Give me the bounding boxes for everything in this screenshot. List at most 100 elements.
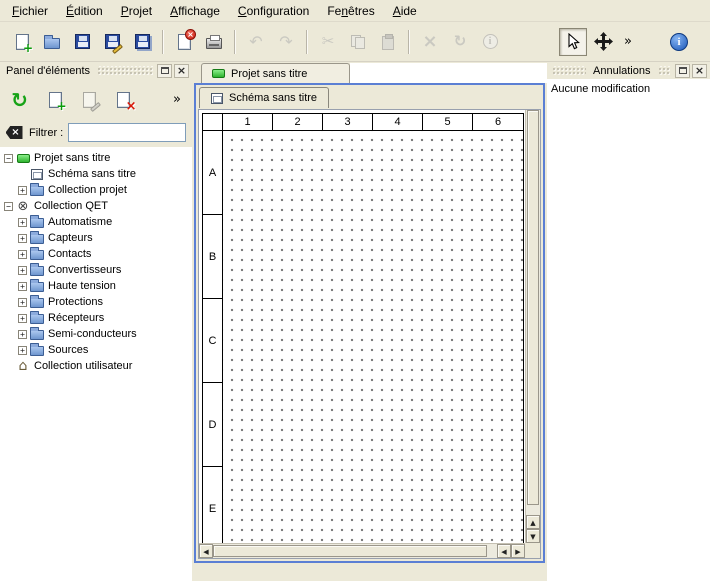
tree-item-haute-tension[interactable]: +Haute tension: [0, 278, 192, 294]
close-file-button[interactable]: [170, 28, 198, 56]
panel-overflow-button[interactable]: [169, 89, 185, 111]
expander-icon[interactable]: +: [18, 234, 27, 243]
vscroll-thumb[interactable]: [527, 110, 539, 505]
about-button[interactable]: [665, 28, 693, 56]
tree-item-protections[interactable]: + Protections: [0, 294, 192, 310]
new-element-button[interactable]: [41, 85, 70, 114]
info-button[interactable]: [476, 28, 504, 56]
redo-button[interactable]: [272, 28, 300, 56]
elements-panel-titlebar[interactable]: Panel d'éléments: [0, 62, 192, 79]
project-tabbar-empty: [350, 63, 547, 83]
hscroll-thumb[interactable]: [213, 545, 487, 557]
menu-edition[interactable]: Édition: [57, 0, 112, 21]
open-button[interactable]: [38, 28, 66, 56]
tab-diagram[interactable]: Schéma sans titre: [199, 87, 329, 108]
tree-item-contacts[interactable]: +Contacts: [0, 246, 192, 262]
elements-panel: Panel d'éléments Filtrer : −Projet sans …: [0, 62, 192, 581]
horizontal-scrollbar[interactable]: [199, 543, 525, 558]
move-button[interactable]: [589, 28, 617, 56]
menu-projet[interactable]: Projet: [112, 0, 161, 21]
copy-button[interactable]: [344, 28, 372, 56]
qet-icon: [16, 200, 30, 213]
tree-item-collection-projet[interactable]: +Collection projet: [0, 182, 192, 198]
tree-item-collection-qet[interactable]: −Collection QET: [0, 198, 192, 214]
grid-dots: [223, 131, 523, 543]
undo-panel-float-button[interactable]: [675, 64, 690, 78]
undo-list-item[interactable]: Aucune modification: [547, 81, 710, 97]
tree-item-project-untitled[interactable]: −Projet sans titre: [0, 150, 192, 166]
tree-item-collection-utilisateur[interactable]: Collection utilisateur: [0, 358, 192, 374]
menu-configuration[interactable]: Configuration: [229, 0, 318, 21]
tree-item-sources[interactable]: +Sources: [0, 342, 192, 358]
scroll-down-button[interactable]: [526, 529, 540, 543]
close-icon: [695, 65, 704, 77]
tree-item-label: Capteurs: [48, 232, 93, 244]
expander-icon[interactable]: +: [18, 298, 27, 307]
menu-fenetres[interactable]: Fenêtres: [318, 0, 383, 21]
tree-item-convertisseurs[interactable]: +Convertisseurs: [0, 262, 192, 278]
tree-item-recepteurs[interactable]: +Récepteurs: [0, 310, 192, 326]
expander-icon[interactable]: −: [4, 154, 13, 163]
expander-icon[interactable]: +: [18, 346, 27, 355]
scroll-left-end-button[interactable]: [199, 544, 213, 558]
filter-input[interactable]: [68, 123, 186, 142]
open-icon: [41, 31, 63, 53]
tab-project[interactable]: Projet sans titre: [201, 63, 350, 83]
expander-icon[interactable]: +: [18, 330, 27, 339]
folder-icon: [30, 344, 44, 356]
toolbar-separator: [306, 30, 308, 54]
project-icon: [16, 154, 30, 163]
cut-button[interactable]: [314, 28, 342, 56]
delete-element-button[interactable]: [109, 85, 138, 114]
folder-icon: [30, 328, 44, 340]
menubar: FichierÉditionProjetAffichageConfigurati…: [0, 0, 710, 22]
select-icon: [562, 31, 584, 53]
ruler-column-label: 4: [373, 114, 423, 131]
delete-button[interactable]: [416, 28, 444, 56]
expander-icon[interactable]: +: [18, 314, 27, 323]
save-as-icon: [101, 31, 123, 53]
tree-item-schema-untitled[interactable]: Schéma sans titre: [0, 166, 192, 182]
print-button[interactable]: [200, 28, 228, 56]
undo-panel-close-button[interactable]: [692, 64, 707, 78]
save-as-button[interactable]: [98, 28, 126, 56]
scroll-up-button[interactable]: [526, 515, 540, 529]
hscroll-track[interactable]: [487, 544, 497, 558]
tree-item-semi-conducteurs[interactable]: +Semi-conducteurs: [0, 326, 192, 342]
new-file-button[interactable]: [8, 28, 36, 56]
expander-icon[interactable]: −: [4, 202, 13, 211]
menu-affichage[interactable]: Affichage: [161, 0, 229, 21]
tree-item-capteurs[interactable]: + Capteurs: [0, 230, 192, 246]
undo-panel-titlebar[interactable]: Annulations: [547, 62, 710, 79]
paste-button[interactable]: [374, 28, 402, 56]
expander-icon[interactable]: +: [18, 250, 27, 259]
ruler-column-label: 5: [423, 114, 473, 131]
edit-element-button[interactable]: [75, 85, 104, 114]
expander-icon[interactable]: +: [18, 218, 27, 227]
elements-panel-float-button[interactable]: [157, 64, 172, 78]
reload-button[interactable]: [3, 83, 36, 116]
project-tabbar: Projet sans titre: [192, 62, 547, 83]
save-all-button[interactable]: [128, 28, 156, 56]
elements-panel-close-button[interactable]: [174, 64, 189, 78]
clear-filter-button[interactable]: [4, 124, 24, 142]
tree-item-label: Protections: [48, 296, 103, 308]
undo-button[interactable]: [242, 28, 270, 56]
vertical-scrollbar[interactable]: [525, 110, 540, 543]
vscroll-track[interactable]: [526, 505, 540, 515]
toolbar-overflow-button[interactable]: [619, 28, 637, 56]
tree-item-automatisme[interactable]: +Automatisme: [0, 214, 192, 230]
menu-aide[interactable]: Aide: [384, 0, 426, 21]
save-button[interactable]: [68, 28, 96, 56]
expander-icon[interactable]: +: [18, 186, 27, 195]
menu-fichier[interactable]: Fichier: [3, 0, 57, 21]
select-button[interactable]: [559, 28, 587, 56]
scroll-left-button[interactable]: [497, 544, 511, 558]
reload-icon: [9, 89, 31, 111]
expander-icon[interactable]: +: [18, 266, 27, 275]
redo-icon: [275, 31, 297, 53]
scroll-right-button[interactable]: [511, 544, 525, 558]
rotate-button[interactable]: [446, 28, 474, 56]
diagram-canvas[interactable]: 123456ABCDE: [199, 110, 525, 543]
expander-icon[interactable]: +: [18, 282, 27, 291]
